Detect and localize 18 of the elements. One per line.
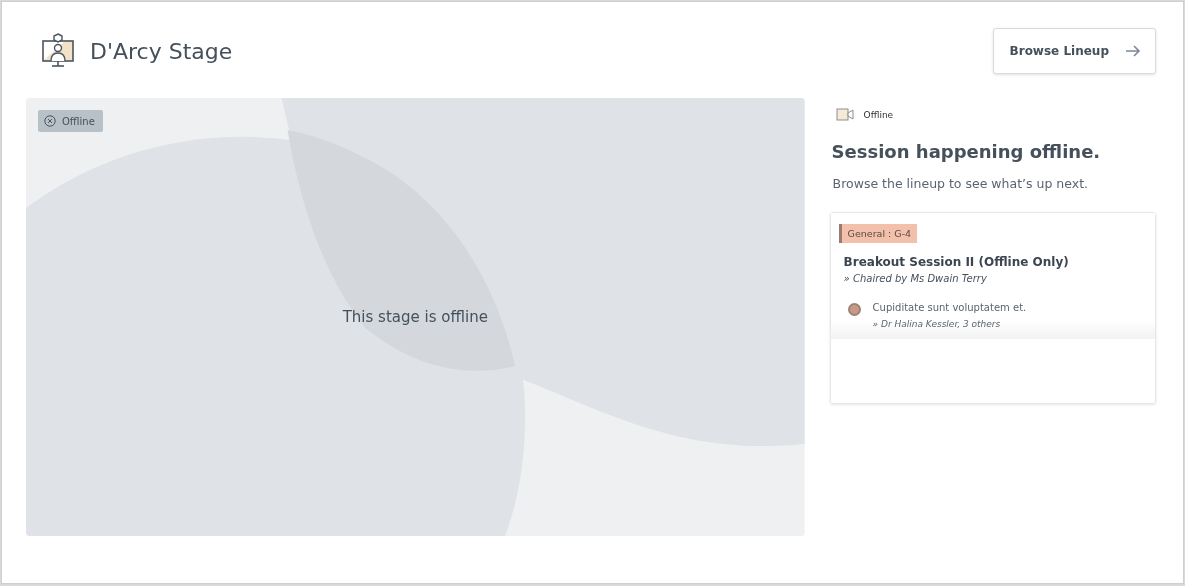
close-circle-icon xyxy=(44,115,56,127)
stage-presenter-icon xyxy=(40,33,76,69)
browse-lineup-button[interactable]: Browse Lineup xyxy=(992,28,1156,74)
arrow-right-icon xyxy=(1125,45,1141,57)
status-dot xyxy=(847,303,861,316)
session-chair: » Chaired by Ms Dwain Terry xyxy=(843,273,988,284)
session-title: Breakout Session II (Offline Only) xyxy=(843,255,1070,269)
talk-speakers: » Dr Halina Kessler, 3 others xyxy=(872,319,1002,329)
status-label: Offline xyxy=(863,109,894,120)
session-card[interactable]: General : G-4 Breakout Session II (Offline Only) » Chaired by Ms Dwain Terry Cupiditate sunt voluptatem et. » Dr Halina Kessler, 3 others xyxy=(829,212,1156,404)
talk-title: Cupiditate sunt voluptatem et. xyxy=(872,302,1027,313)
offline-label: Offline xyxy=(62,115,95,127)
video-camera-icon xyxy=(835,108,854,121)
offline-message: This stage is offline xyxy=(342,308,488,326)
status-heading: Session happening offline. xyxy=(831,141,1102,162)
status-subtext: Browse the lineup to see what’s up next. xyxy=(832,176,1089,191)
track-tag: General : G-4 xyxy=(838,224,918,243)
stage-title: D'Arcy Stage xyxy=(90,38,233,64)
